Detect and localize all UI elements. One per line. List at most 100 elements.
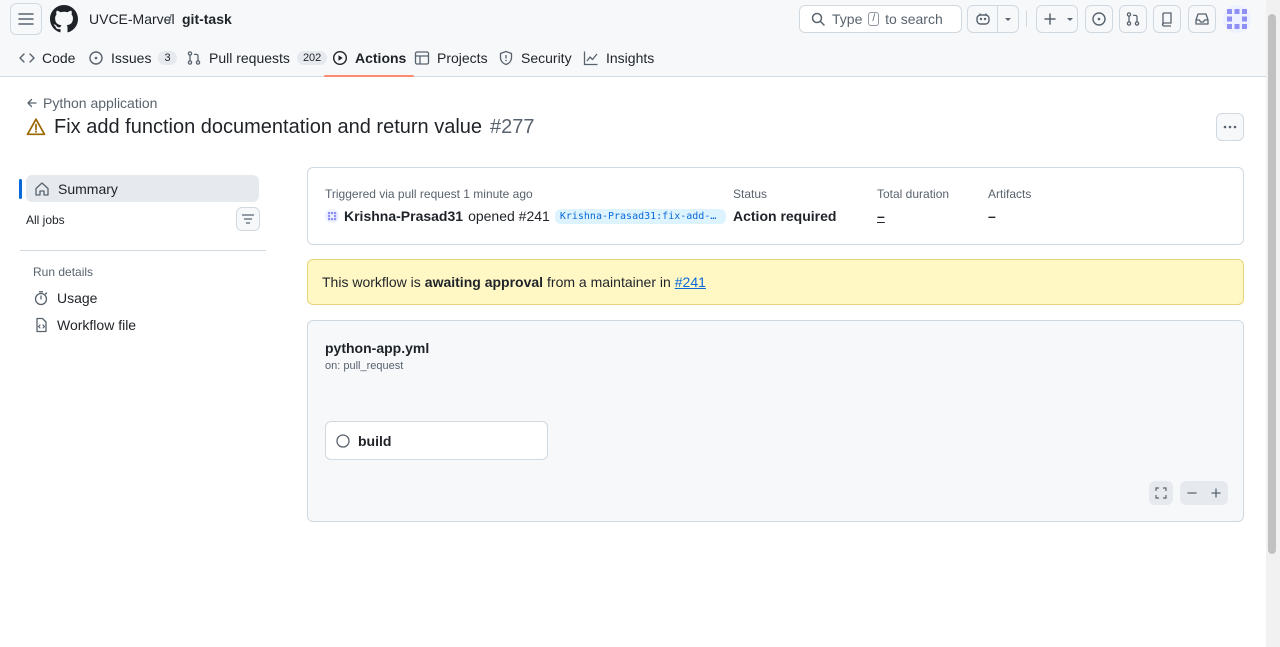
- issues-button[interactable]: [1085, 5, 1113, 33]
- zoom-in-button[interactable]: [1204, 487, 1228, 499]
- trigger-info: Triggered via pull request 1 minute ago: [325, 187, 533, 201]
- sidebar-item-label: Workflow file: [57, 317, 137, 333]
- tab-label: Issues: [111, 49, 152, 66]
- repo-nav: Code Issues 3 Pull requests 202 Actions …: [0, 38, 1266, 77]
- top-bar: UVCE-Marvel / git-task Type / to search: [0, 0, 1266, 38]
- run-details-heading: Run details: [33, 265, 94, 279]
- filter-icon: [241, 214, 255, 224]
- sidebar-item-usage[interactable]: Usage: [33, 290, 97, 306]
- pull-requests-count-badge: 202: [296, 50, 328, 65]
- home-icon: [35, 181, 49, 196]
- tab-label: Insights: [606, 49, 655, 66]
- copilot-main[interactable]: [968, 6, 998, 32]
- menu-button[interactable]: [10, 3, 42, 35]
- tab-issues[interactable]: Issues 3: [88, 38, 177, 77]
- duration-value[interactable]: –: [877, 208, 885, 224]
- issues-count-badge: 3: [158, 50, 177, 65]
- back-label: Python application: [43, 95, 158, 111]
- approval-flash-banner: This workflow is awaiting approval from …: [307, 259, 1244, 305]
- artifacts-value: –: [988, 208, 996, 224]
- triangle-down-icon: [1067, 18, 1073, 21]
- breadcrumb-repo[interactable]: git-task: [182, 11, 232, 27]
- hamburger-icon: [18, 13, 34, 25]
- filter-jobs-button[interactable]: [236, 207, 260, 231]
- tab-label: Actions: [355, 49, 407, 66]
- fullscreen-button[interactable]: [1149, 481, 1173, 505]
- pull-request-icon: [187, 50, 201, 65]
- tab-label: Code: [42, 49, 76, 66]
- create-plus[interactable]: [1037, 6, 1063, 32]
- flash-prefix: This workflow is: [322, 274, 421, 290]
- inbox-button[interactable]: [1188, 5, 1216, 33]
- tab-label: Security: [521, 49, 572, 66]
- zoom-controls: [1180, 481, 1228, 505]
- dash-icon: [1187, 492, 1197, 494]
- page-title: Fix add function documentation and retur…: [26, 115, 535, 139]
- search-suffix: to search: [885, 11, 943, 27]
- identicon-icon: [1227, 9, 1247, 29]
- workflow-trigger: on: pull_request: [325, 360, 404, 372]
- pull-requests-button[interactable]: [1119, 5, 1147, 33]
- code-icon: [19, 52, 35, 63]
- actor-avatar-icon[interactable]: [325, 209, 339, 223]
- sidebar-item-label: Summary: [58, 180, 118, 197]
- actor-name-link[interactable]: Krishna-Prasad31: [344, 208, 463, 224]
- back-to-workflow-link[interactable]: Python application: [26, 95, 157, 111]
- create-dropdown[interactable]: [1063, 6, 1077, 32]
- repo-icon: [1161, 12, 1172, 27]
- plus-icon: [1211, 488, 1221, 498]
- flash-suffix: from a maintainer in: [547, 274, 671, 290]
- tab-security[interactable]: Security: [498, 38, 572, 77]
- triangle-down-icon: [1005, 18, 1011, 21]
- issue-icon: [89, 50, 103, 65]
- sidebar-item-summary[interactable]: Summary: [26, 175, 259, 202]
- shield-icon: [499, 50, 513, 65]
- duration-label: Total duration: [877, 187, 950, 201]
- run-summary-card: [307, 167, 1244, 245]
- copilot-dropdown[interactable]: [998, 6, 1018, 32]
- sidebar-divider: [20, 250, 266, 251]
- tab-label: Pull requests: [209, 49, 290, 66]
- scrollbar-thumb[interactable]: [1268, 14, 1276, 554]
- breadcrumb-separator: /: [168, 11, 172, 27]
- copilot-icon: [975, 13, 990, 25]
- github-logo-icon[interactable]: [50, 5, 78, 33]
- search-icon: [811, 12, 825, 26]
- table-icon: [414, 50, 430, 65]
- plus-icon: [1044, 13, 1056, 25]
- trigger-action: opened #241: [468, 208, 550, 224]
- pull-request-link[interactable]: #241: [675, 274, 706, 290]
- tab-projects[interactable]: Projects: [414, 38, 488, 77]
- search-shortcut-key: /: [868, 12, 880, 26]
- tab-code[interactable]: Code: [19, 38, 75, 77]
- job-build[interactable]: build: [325, 421, 548, 460]
- breadcrumb-org[interactable]: UVCE-Marvel: [89, 11, 175, 27]
- status-value: Action required: [733, 208, 837, 224]
- create-new-button[interactable]: [1036, 5, 1078, 33]
- kebab-horizontal-icon: [1223, 125, 1237, 129]
- tab-label: Projects: [437, 49, 488, 66]
- inbox-icon: [1195, 13, 1209, 25]
- issue-opened-icon: [1092, 12, 1106, 26]
- tab-insights[interactable]: Insights: [583, 38, 654, 77]
- tab-pull-requests[interactable]: Pull requests 202: [186, 38, 328, 77]
- stopwatch-icon: [34, 291, 48, 306]
- alert-icon: [26, 118, 46, 136]
- arrow-left-icon: [27, 98, 37, 108]
- copilot-button[interactable]: [967, 5, 1019, 33]
- sidebar-item-label: Usage: [57, 290, 98, 306]
- app-header: UVCE-Marvel / git-task Type / to search: [0, 0, 1266, 77]
- user-avatar[interactable]: [1223, 5, 1251, 33]
- screen-full-icon: [1155, 487, 1167, 499]
- tab-actions[interactable]: Actions: [323, 38, 415, 77]
- run-title: Fix add function documentation and retur…: [54, 116, 483, 138]
- branch-label[interactable]: Krishna-Prasad31:fix-add-fu…: [554, 208, 726, 224]
- zoom-out-button[interactable]: [1180, 487, 1204, 499]
- sidebar-item-workflow-file[interactable]: Workflow file: [33, 317, 136, 333]
- artifacts-label: Artifacts: [988, 187, 1032, 201]
- more-options-button[interactable]: [1216, 113, 1244, 141]
- search-input[interactable]: Type / to search: [799, 5, 962, 33]
- trigger-actor-row: Krishna-Prasad31 opened #241 Krishna-Pra…: [325, 208, 726, 224]
- repositories-button[interactable]: [1153, 5, 1181, 33]
- search-prefix: Type: [832, 11, 863, 27]
